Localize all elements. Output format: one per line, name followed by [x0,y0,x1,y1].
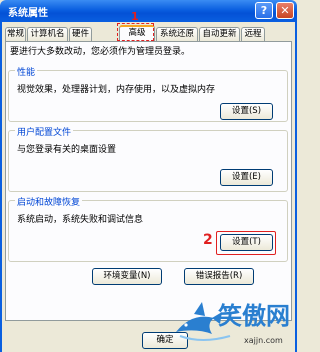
tab-auto-update[interactable]: 自动更新 [199,27,240,41]
tab-computer-name[interactable]: 计算机名 [27,27,68,41]
performance-title: 性能 [15,65,38,78]
error-reporting-button[interactable]: 错误报告(R) [184,268,254,285]
tab-hardware[interactable]: 硬件 [69,27,92,41]
startup-title: 启动和故障恢复 [15,195,83,208]
profile-desc: 与您登录有关的桌面设置 [17,145,117,155]
title-bar: 系统属性 ? ✕ [0,0,297,22]
help-button[interactable]: ? [255,2,273,19]
step-2-marker: 2 [203,232,213,248]
performance-group: 性能 视觉效果，处理器计划，内存使用，以及虚拟内存 设置(S) [8,65,288,122]
close-button[interactable]: ✕ [276,2,294,19]
tab-system-restore[interactable]: 系统还原 [156,27,198,41]
profile-group: 用户配置文件 与您登录有关的桌面设置 设置(E) [8,125,288,192]
tab-general[interactable]: 常规 [5,27,26,41]
watermark-text: 笑傲网 [218,302,290,330]
performance-desc: 视觉效果，处理器计划，内存使用，以及虚拟内存 [17,85,216,95]
startup-desc: 系统启动，系统失败和调试信息 [17,215,144,225]
tab-highlight-box [117,23,154,41]
step-1-marker: 1 [131,10,139,23]
tab-remote[interactable]: 远程 [241,27,265,41]
startup-button-highlight [216,231,276,255]
watermark-logo: 笑傲网 xajjn.com [172,292,292,348]
profile-settings-button[interactable]: 设置(E) [220,169,273,186]
performance-settings-button[interactable]: 设置(S) [220,103,273,120]
window-title: 系统属性 [8,8,48,19]
profile-title: 用户配置文件 [15,125,74,138]
watermark-url: xajjn.com [244,336,283,345]
admin-note: 要进行大多数改动，您必须作为管理员登录。 [10,47,191,57]
environment-variables-button[interactable]: 环境变量(N) [92,268,162,285]
